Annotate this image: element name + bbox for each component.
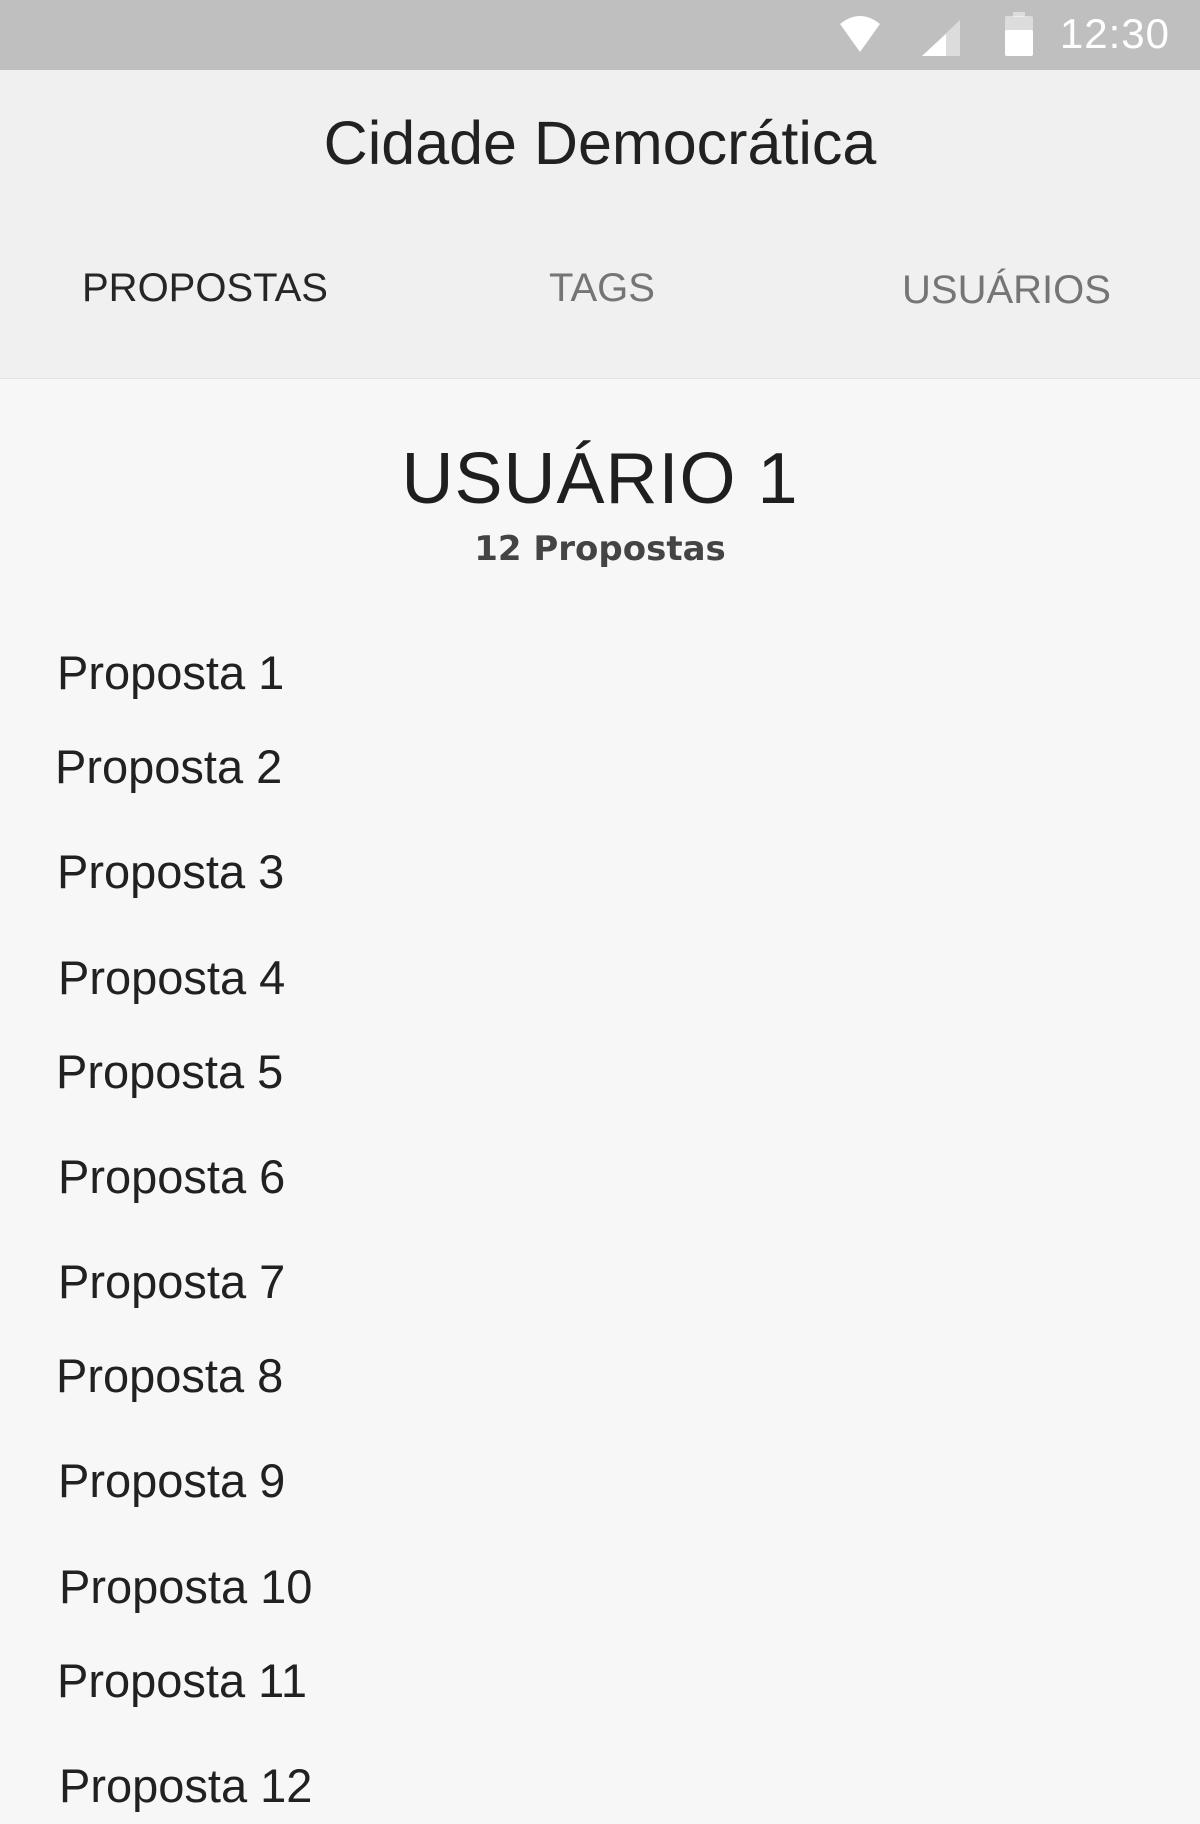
status-time: 12:30 [1059, 10, 1170, 57]
list-item[interactable]: Proposta 7 [58, 1254, 285, 1309]
wifi-icon [838, 14, 882, 59]
list-item[interactable]: Proposta 10 [59, 1559, 312, 1614]
tab-propostas[interactable]: PROPOSTAS [82, 266, 328, 311]
list-item[interactable]: Proposta 11 [57, 1653, 307, 1708]
status-bar: 12:30 [0, 0, 1200, 70]
tab-usuarios[interactable]: USUÁRIOS [902, 268, 1111, 313]
battery-icon [1004, 12, 1034, 61]
list-item[interactable]: Proposta 1 [57, 645, 284, 700]
list-item[interactable]: Proposta 5 [56, 1044, 283, 1099]
list-item[interactable]: Proposta 8 [56, 1348, 283, 1403]
list-item[interactable]: Proposta 12 [59, 1758, 312, 1813]
user-name: USUÁRIO 1 [401, 439, 799, 519]
app-header: Cidade Democrática PROPOSTAS TAGS USUÁRI… [0, 70, 1200, 379]
tab-tags[interactable]: TAGS [549, 266, 655, 311]
list-item[interactable]: Proposta 2 [55, 739, 282, 794]
list-item[interactable]: Proposta 9 [58, 1453, 285, 1508]
proposal-count: 12 Propostas [474, 529, 726, 569]
app-title: Cidade Democrática [323, 109, 877, 177]
list-item[interactable]: Proposta 3 [57, 844, 284, 899]
cell-signal-icon [920, 18, 962, 63]
list-item[interactable]: Proposta 6 [58, 1149, 285, 1204]
list-item[interactable]: Proposta 4 [58, 950, 285, 1005]
